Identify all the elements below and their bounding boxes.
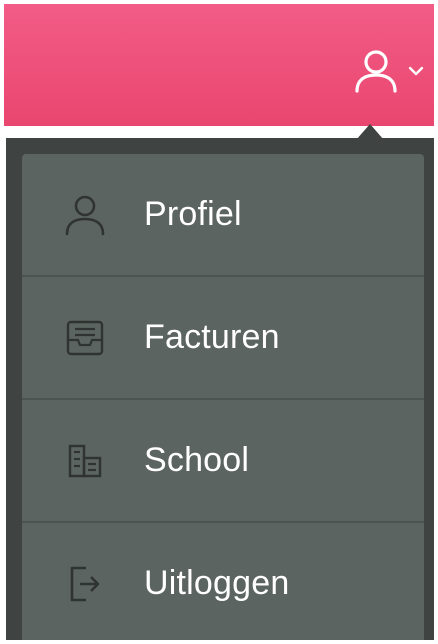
menu-item-label: School [144,441,250,479]
menu-item-profiel[interactable]: Profiel [22,154,424,277]
menu-item-facturen[interactable]: Facturen [22,277,424,400]
logout-icon [62,561,108,607]
menu-item-uitloggen[interactable]: Uitloggen [22,523,424,640]
top-bar [4,4,434,126]
chevron-down-icon [406,61,426,81]
menu-item-label: Uitloggen [144,564,290,602]
dropdown-caret [356,124,384,140]
user-dropdown-menu: Profiel Facturen School Uitloggen [22,154,424,640]
menu-item-label: Profiel [144,195,242,233]
app-frame: Profiel Facturen School Uitloggen [4,4,434,640]
menu-item-label: Facturen [144,318,280,356]
building-icon [62,438,108,484]
user-menu-trigger[interactable] [334,46,426,96]
menu-item-school[interactable]: School [22,400,424,523]
inbox-icon [62,315,108,361]
user-icon [352,47,400,95]
user-icon [62,192,108,238]
